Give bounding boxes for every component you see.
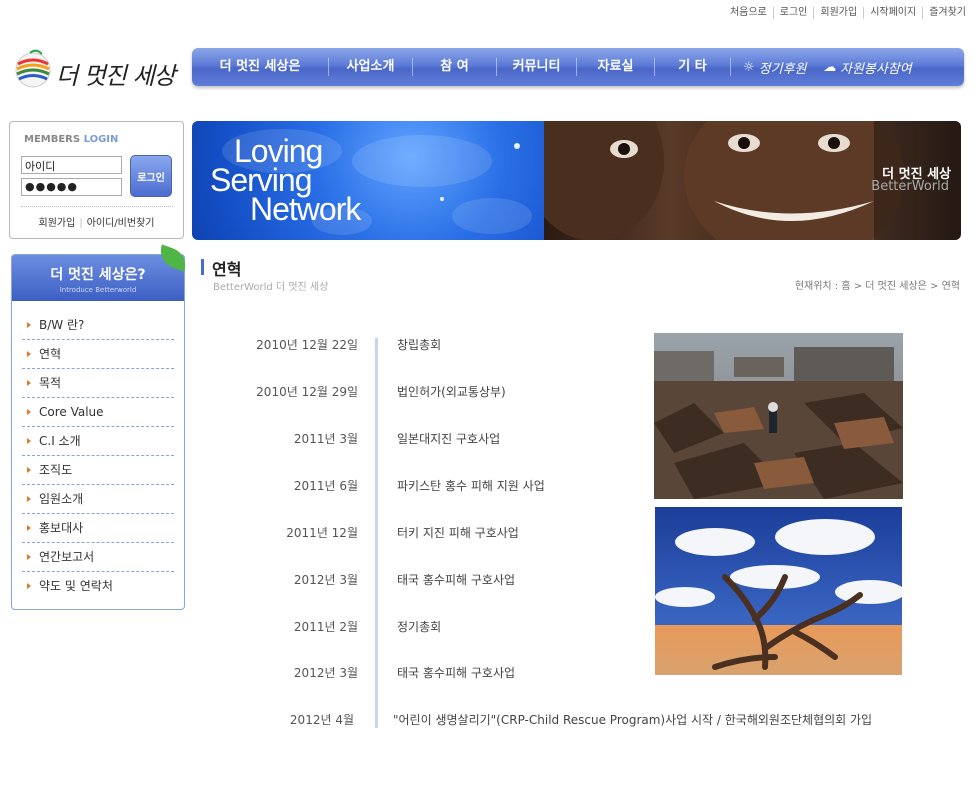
arrow-icon — [27, 583, 31, 589]
arrow-icon — [27, 554, 31, 560]
timeline-event: 태국 홍수피해 구호사업 — [397, 666, 516, 680]
timeline-date: 2010년 12월 29일 — [256, 385, 358, 399]
home-link[interactable]: 처음으로 — [724, 7, 774, 19]
arrow-icon — [27, 322, 31, 328]
regular-donation-link[interactable]: ☼ 정기후원 — [731, 58, 813, 77]
regular-donation-label: 정기후원 — [758, 61, 807, 77]
side-menu-subtitle: Introduce Betterworld — [59, 286, 137, 294]
top-utility-links: 처음으로 로그인 회원가입 시작페이지 즐겨찾기 — [724, 7, 966, 19]
timeline-event: "어린이 생명살리기"(CRP-Child Rescue Program)사업 … — [393, 713, 873, 727]
side-menu-item-label: 홍보대사 — [39, 521, 84, 535]
timeline-date: 2011년 6월 — [293, 479, 358, 493]
side-menu-item-label: 연혁 — [39, 347, 62, 361]
side-menu-item-label: B/W 란? — [39, 318, 85, 332]
banner-children-photo: 더 멋진 세상 BetterWorld — [544, 121, 961, 240]
logo-text: 더 멋진 세상 — [56, 62, 176, 90]
side-menu-item[interactable]: 목적 — [22, 369, 174, 398]
arrow-icon — [27, 409, 31, 415]
nav-etc[interactable]: 기 타 — [655, 58, 731, 76]
login-button[interactable]: 로그인 — [130, 155, 172, 197]
arrow-icon — [27, 351, 31, 357]
side-menu: 더 멋진 세상은? Introduce Betterworld B/W 란? 연… — [11, 244, 191, 610]
id-input[interactable]: 아이디 — [21, 156, 122, 174]
volunteer-label: 자원봉사참여 — [840, 61, 912, 77]
side-menu-item[interactable]: B/W 란? — [22, 311, 174, 340]
login-links: 회원가입 | 아이디/비번찾기 — [38, 218, 155, 229]
nav-participate[interactable]: 참 여 — [413, 58, 497, 76]
startpage-link[interactable]: 시작페이지 — [864, 7, 924, 19]
side-menu-item[interactable]: Core Value — [22, 398, 174, 427]
nav-archive[interactable]: 자료실 — [577, 58, 655, 76]
timeline-date: 2012년 3월 — [293, 573, 358, 587]
nav-business[interactable]: 사업소개 — [329, 58, 413, 76]
timeline-date: 2012년 4월 — [289, 713, 354, 727]
nav-community[interactable]: 커뮤니티 — [497, 58, 577, 76]
banner-brand-en: BetterWorld — [871, 179, 949, 194]
main-nav: 더 멋진 세상은 사업소개 참 여 커뮤니티 자료실 기 타 ☼ 정기후원 ☁ … — [192, 48, 964, 86]
side-menu-list: B/W 란? 연혁 목적 Core Value C.I 소개 조직도 임원소개 … — [22, 311, 174, 601]
arrow-icon — [27, 525, 31, 531]
timeline-row: 2012년 4월 "어린이 생명살리기"(CRP-Child Rescue Pr… — [196, 711, 936, 731]
members-login-box: MEMBERS LOGIN 아이디 ●●●●● 로그인 회원가입 | 아이디/비번찾… — [9, 121, 184, 239]
join-link-box[interactable]: 회원가입 — [39, 218, 76, 229]
arrow-icon — [27, 496, 31, 502]
side-menu-item-label: 목적 — [39, 376, 62, 390]
timeline-event: 일본대지진 구호사업 — [397, 432, 501, 446]
globe-logo-icon — [15, 49, 51, 88]
arrow-icon — [27, 438, 31, 444]
breadcrumb: 현재위치 : 홈 > 더 멋진 세상은 > 연혁 — [794, 281, 960, 292]
timeline-date: 2011년 12월 — [286, 526, 358, 540]
side-menu-item[interactable]: 홍보대사 — [22, 514, 174, 543]
hero-banner: Loving Serving Network 더 멋진 세상 BetterWor… — [192, 121, 961, 240]
page-subtitle: BetterWorld 더 멋진 세상 — [213, 282, 329, 293]
login-title: MEMBERS LOGIN — [24, 134, 118, 145]
nav-about[interactable]: 더 멋진 세상은 — [192, 58, 329, 76]
cloud-icon: ☁ — [823, 59, 836, 75]
side-menu-item-label: 임원소개 — [39, 492, 84, 506]
timeline-date: 2011년 2월 — [293, 620, 358, 634]
side-menu-item-label: 연간보고서 — [39, 550, 95, 564]
arrow-icon — [27, 467, 31, 473]
login-link[interactable]: 로그인 — [774, 7, 815, 19]
disaster-rubble-photo — [654, 333, 903, 499]
timeline-event: 터키 지진 피해 구호사업 — [397, 526, 519, 540]
side-menu-item-label: C.I 소개 — [39, 434, 81, 448]
banner-line-network: Network — [250, 191, 361, 227]
timeline-event: 법인허가(외교통상부) — [397, 385, 506, 399]
login-title-members: MEMBERS — [24, 134, 81, 145]
volunteer-link[interactable]: ☁ 자원봉사참여 — [813, 58, 923, 77]
timeline-event: 태국 홍수피해 구호사업 — [397, 573, 516, 587]
side-menu-item[interactable]: 연혁 — [22, 340, 174, 369]
login-title-login: LOGIN — [83, 134, 119, 145]
side-menu-item[interactable]: C.I 소개 — [22, 427, 174, 456]
login-divider — [21, 206, 173, 207]
side-menu-item[interactable]: 임원소개 — [22, 485, 174, 514]
side-menu-item[interactable]: 약도 및 연락처 — [22, 572, 174, 601]
password-input[interactable]: ●●●●● — [21, 178, 122, 196]
side-menu-header: 더 멋진 세상은? Introduce Betterworld — [12, 255, 184, 301]
side-menu-item[interactable]: 연간보고서 — [22, 543, 174, 572]
timeline-date: 2011년 3월 — [293, 432, 358, 446]
timeline-date: 2010년 12월 22일 — [256, 338, 358, 352]
title-accent-bar — [201, 259, 204, 275]
bookmark-link[interactable]: 즐겨찾기 — [923, 7, 966, 19]
sun-icon: ☼ — [743, 59, 755, 75]
timeline-date: 2012년 3월 — [293, 666, 358, 680]
site-logo[interactable]: 더 멋진 세상 — [12, 46, 190, 102]
side-menu-title: 더 멋진 세상은? — [50, 267, 146, 283]
side-menu-item-label: 조직도 — [39, 463, 73, 477]
timeline-event: 정기총회 — [397, 620, 442, 634]
side-menu-item-label: 약도 및 연락처 — [39, 579, 113, 593]
find-id-password-link[interactable]: 아이디/비번찾기 — [87, 218, 155, 229]
side-menu-item[interactable]: 조직도 — [22, 456, 174, 485]
page-title: 연혁 — [212, 260, 242, 279]
side-menu-item-label: Core Value — [39, 405, 104, 419]
desert-tree-photo — [655, 507, 902, 675]
join-link[interactable]: 회원가입 — [814, 7, 865, 19]
timeline-event: 파키스탄 홍수 피해 지원 사업 — [397, 479, 545, 493]
timeline-event: 창립총회 — [397, 338, 442, 352]
arrow-icon — [27, 380, 31, 386]
banner-slogan-panel: Loving Serving Network — [192, 121, 544, 240]
